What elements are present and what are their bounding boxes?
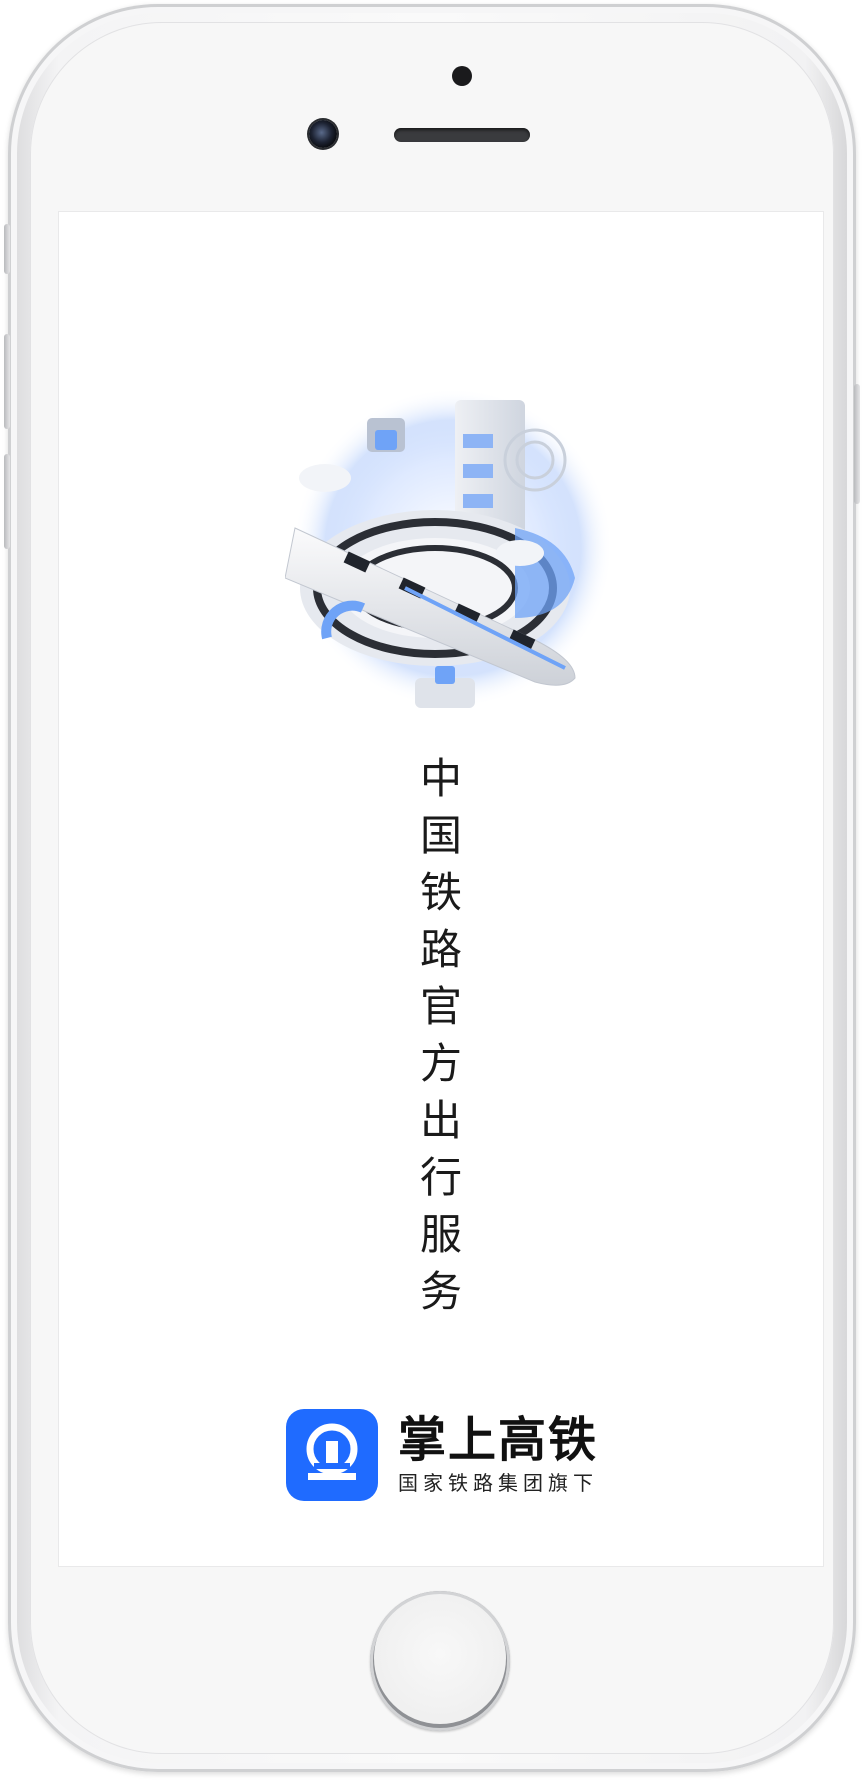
slogan-char: 中 (419, 754, 462, 803)
tower-window (463, 464, 493, 478)
front-camera (309, 120, 337, 148)
volume-up-button (4, 334, 10, 429)
brand-block: 掌上高铁 国家铁路集团旗下 (286, 1409, 598, 1501)
slogan-vertical: 中 国 铁 路 官 方 出 行 服 务 (411, 750, 471, 1320)
slogan-char: 服 (419, 1210, 462, 1259)
slogan-char: 铁 (419, 868, 462, 917)
slogan-char: 官 (419, 982, 462, 1031)
slogan-char: 行 (419, 1153, 462, 1202)
high-speed-rail-illustration (285, 388, 613, 708)
app-name: 掌上高铁 (398, 1412, 599, 1468)
tower-window (463, 434, 493, 448)
volume-down-button (4, 454, 10, 549)
slogan-char: 路 (419, 925, 462, 974)
slogan-char: 出 (419, 1096, 462, 1145)
phone-frame: 中 国 铁 路 官 方 出 行 服 务 掌上高铁 国家铁路集团旗下 (4, 4, 860, 1772)
slogan-char: 务 (419, 1267, 462, 1316)
slogan-char: 方 (419, 1039, 462, 1088)
cloud-icon (299, 464, 351, 492)
proximity-sensor (452, 66, 472, 86)
earpiece-speaker (394, 128, 530, 142)
railway-emblem-icon (306, 1423, 358, 1480)
tower-window (463, 494, 493, 508)
power-button (854, 384, 860, 504)
luggage-icon (375, 430, 397, 450)
app-subtitle: 国家铁路集团旗下 (398, 1471, 598, 1495)
brand-text: 掌上高铁 国家铁路集团旗下 (398, 1412, 598, 1498)
ticket-accent (435, 666, 455, 684)
china-railway-logo-icon (286, 1409, 378, 1501)
slogan-char: 国 (419, 811, 462, 860)
mute-switch (4, 224, 10, 274)
home-button[interactable] (370, 1591, 510, 1731)
splash-screen: 中 国 铁 路 官 方 出 行 服 务 掌上高铁 国家铁路集团旗下 (59, 212, 823, 1566)
cloud-icon (496, 540, 544, 566)
